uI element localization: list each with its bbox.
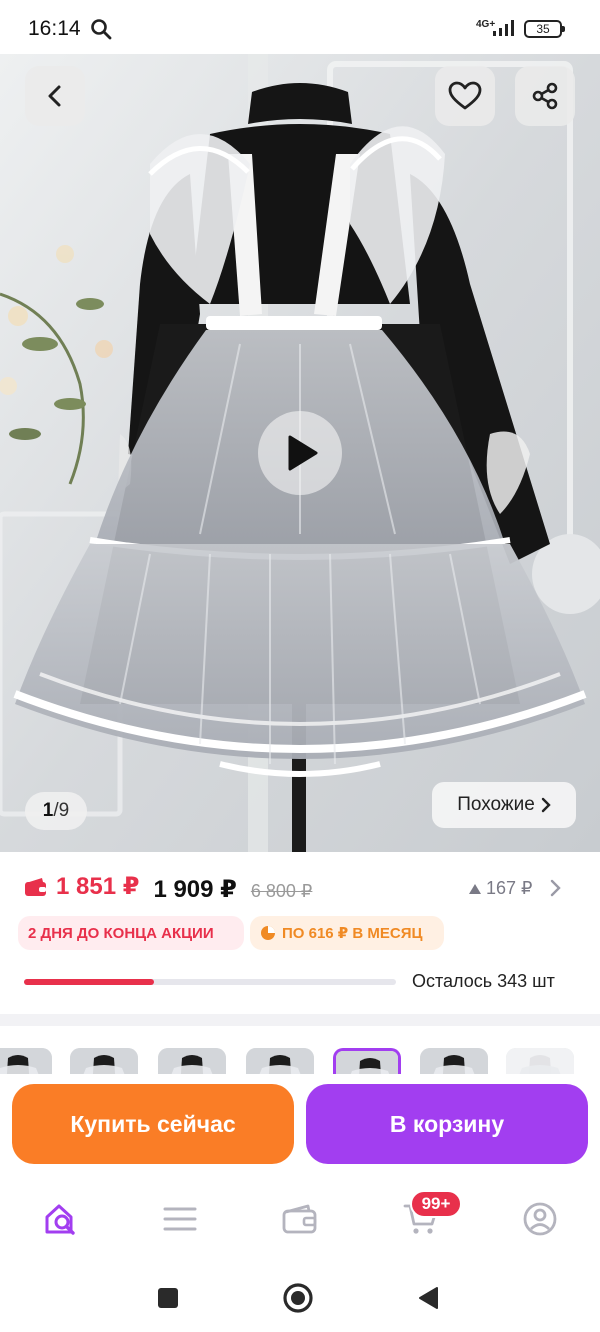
profile-icon <box>523 1202 557 1236</box>
add-to-cart-button[interactable]: В корзину <box>306 1084 588 1164</box>
stock-progress-fill <box>24 979 155 985</box>
wallet-icon <box>25 877 46 896</box>
wallet-price-value: 1 851 ₽ <box>56 873 140 900</box>
home-circle-icon <box>283 1283 313 1313</box>
recents-square-icon <box>158 1288 178 1308</box>
tab-wallet[interactable] <box>275 1194 325 1244</box>
tab-profile[interactable] <box>515 1194 565 1244</box>
share-button[interactable] <box>515 66 575 126</box>
old-price: 6 800 ₽ <box>250 880 313 901</box>
stock-remaining: Осталось 343 шт <box>412 971 555 991</box>
wallet-price[interactable]: 1 851 ₽ <box>24 872 139 901</box>
recents-button[interactable] <box>148 1278 188 1318</box>
price-card: 1 851 ₽ 1 909 ₽ 6 800 ₽ 167 ₽ 2 ДНЯ ДО К… <box>0 852 600 1014</box>
purchase-actions: Купить сейчас В корзину <box>0 1074 600 1174</box>
pie-chart-icon <box>261 926 275 940</box>
promo-badge-label: 2 ДНЯ ДО КОНЦА АКЦИИ <box>28 924 214 942</box>
cart-count-badge: 99+ <box>410 1190 462 1218</box>
search-icon <box>90 18 112 45</box>
promo-badge: 2 ДНЯ ДО КОНЦА АКЦИИ <box>18 916 244 950</box>
home-button[interactable] <box>278 1278 318 1318</box>
favorite-button[interactable] <box>435 66 495 126</box>
tab-home[interactable] <box>36 1194 86 1244</box>
wallet-icon <box>282 1204 317 1234</box>
similar-label: Похожие <box>457 794 535 815</box>
similar-products-button[interactable]: Похожие <box>432 782 576 828</box>
chevron-right-icon <box>541 797 551 813</box>
share-icon <box>532 82 558 110</box>
home-search-icon <box>45 1204 75 1235</box>
tab-catalog[interactable] <box>155 1194 205 1244</box>
price-delta[interactable]: 167 ₽ <box>468 878 533 899</box>
back-arrow-icon <box>48 85 61 107</box>
chevron-right-icon[interactable] <box>550 878 562 898</box>
back-triangle-icon <box>419 1287 438 1309</box>
installment-badge[interactable]: ПО 616 ₽ В МЕСЯЦ <box>250 916 444 950</box>
signal-icon <box>492 18 518 43</box>
price-row: 1 851 ₽ 1 909 ₽ 6 800 ₽ <box>24 872 312 904</box>
back-button[interactable] <box>25 66 85 126</box>
current-price: 1 909 ₽ <box>153 875 237 903</box>
system-back-button[interactable] <box>408 1278 448 1318</box>
catalog-menu-icon <box>163 1207 197 1231</box>
system-navigation-bar <box>0 1260 600 1332</box>
battery-icon: 35 <box>524 20 565 38</box>
buy-now-button[interactable]: Купить сейчас <box>12 1084 294 1164</box>
play-icon <box>288 435 318 471</box>
status-bar: 16:14 4G+ 35 <box>0 0 600 54</box>
image-counter-current: 1 <box>42 800 54 821</box>
stock-progress-bar <box>24 979 396 985</box>
bottom-tab-bar: 99+ <box>0 1174 600 1260</box>
installment-badge-label: ПО 616 ₽ В МЕСЯЦ <box>282 925 423 942</box>
status-time: 16:14 <box>28 17 81 40</box>
price-delta-value: 167 ₽ <box>486 878 533 898</box>
play-video-button[interactable] <box>258 411 342 495</box>
product-gallery[interactable]: 1 / 9 Похожие <box>0 54 600 852</box>
triangle-up-icon <box>469 883 481 894</box>
image-counter-total: 9 <box>58 800 70 821</box>
heart-icon <box>448 81 482 110</box>
image-counter: 1 / 9 <box>25 792 87 830</box>
section-divider <box>0 1014 600 1026</box>
